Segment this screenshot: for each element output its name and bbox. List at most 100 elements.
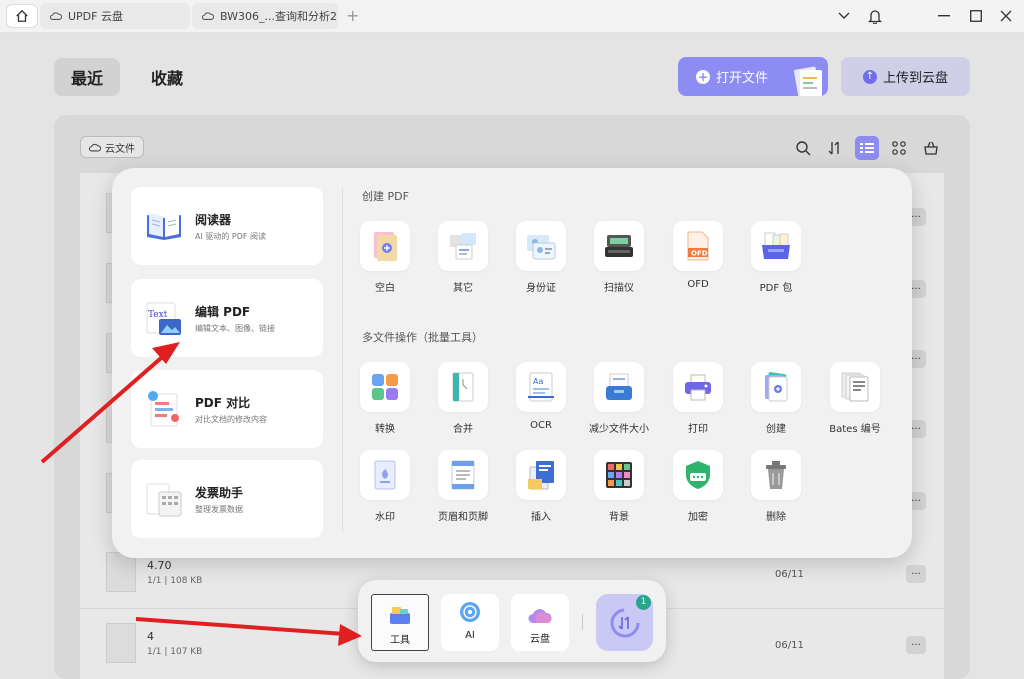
file-date: 06/11	[775, 569, 804, 580]
tab-label: UPDF 云盘	[68, 10, 123, 23]
home-button[interactable]	[6, 4, 38, 28]
tool-other[interactable]: 其它	[437, 221, 489, 294]
add-tab-button[interactable]: +	[346, 6, 359, 25]
tool-label: OFD	[687, 279, 709, 290]
maximize-icon[interactable]	[966, 6, 986, 26]
card-title: PDF 对比	[195, 396, 251, 410]
tool-create[interactable]: 创建	[750, 362, 802, 435]
home-icon	[16, 9, 28, 22]
upload-cloud-button[interactable]: ↑ 上传到云盘	[841, 57, 970, 96]
tool-blank[interactable]: 空白	[359, 221, 411, 294]
other-docs-icon	[450, 233, 476, 260]
dock-ai-button[interactable]: AI	[441, 594, 499, 651]
edit-text-sample: Text	[148, 310, 168, 320]
scanner-icon	[605, 235, 633, 257]
tab-updf-cloud[interactable]: UPDF 云盘	[40, 3, 190, 29]
tool-label: 页眉和页脚	[438, 512, 488, 523]
file-meta: 1/1 | 107 KB	[147, 647, 203, 657]
cloud-icon	[528, 609, 552, 623]
pdf-package-icon	[762, 232, 790, 259]
tool-label: 身份证	[526, 283, 556, 294]
header-footer-icon	[451, 460, 475, 490]
book-icon	[147, 213, 181, 240]
basket-icon[interactable]	[919, 136, 943, 160]
tool-label: 转换	[375, 424, 395, 435]
tool-label: 空白	[375, 283, 395, 294]
id-card-icon	[527, 235, 556, 260]
bell-icon[interactable]	[865, 6, 885, 26]
tool-label: 加密	[688, 512, 708, 523]
dock-cloud-button[interactable]: 云盘	[511, 594, 569, 651]
delete-icon	[766, 461, 786, 489]
title-bar: UPDF 云盘 BW306_...查询和分析2 +	[0, 0, 1024, 33]
tool-bates[interactable]: Bates 编号	[829, 362, 881, 435]
chevron-down-icon[interactable]	[834, 6, 854, 26]
tool-print[interactable]: 打印	[672, 362, 724, 435]
open-file-button[interactable]: + 打开文件	[678, 57, 828, 96]
grid-view-icon[interactable]	[887, 136, 911, 160]
tool-insert[interactable]: 插入	[515, 450, 567, 523]
tool-label: 插入	[531, 512, 551, 523]
tool-encrypt[interactable]: 加密	[672, 450, 724, 523]
card-title: 编辑 PDF	[195, 305, 251, 319]
row-more-button[interactable]: ···	[906, 636, 926, 654]
cloud-icon	[202, 12, 214, 20]
ocr-icon: Aa	[528, 372, 554, 402]
row-more-button[interactable]: ···	[906, 565, 926, 583]
sort-icon[interactable]	[823, 136, 847, 160]
tool-delete[interactable]: 删除	[750, 450, 802, 523]
section-title-batch: 多文件操作（批量工具）	[362, 331, 483, 344]
compare-icon	[148, 391, 179, 427]
divider	[342, 187, 343, 532]
bates-icon	[841, 372, 869, 402]
tab-favorites[interactable]: 收藏	[134, 58, 200, 96]
card-edit-pdf[interactable]: Text 编辑 PDF 编辑文本、图像、链接	[131, 279, 323, 357]
tool-merge[interactable]: 合并	[437, 362, 489, 435]
tool-label: 合并	[453, 424, 473, 435]
card-invoice-assistant[interactable]: 发票助手 整理发票数据	[131, 460, 323, 538]
watermark-icon	[374, 460, 396, 490]
tool-watermark[interactable]: 水印	[359, 450, 411, 523]
search-icon[interactable]	[791, 136, 815, 160]
file-thumbnail	[106, 623, 136, 663]
tool-pdf-package[interactable]: PDF 包	[750, 221, 802, 294]
merge-icon	[452, 372, 474, 402]
card-subtitle: 编辑文本、图像、链接	[195, 324, 275, 333]
card-title: 阅读器	[195, 213, 232, 227]
cloud-icon	[50, 12, 62, 20]
list-view-icon[interactable]	[855, 136, 879, 160]
card-subtitle: 整理发票数据	[195, 505, 243, 514]
card-title: 发票助手	[195, 486, 244, 500]
tool-label: 水印	[375, 512, 395, 523]
dock-divider	[582, 614, 583, 630]
dock-tools-button[interactable]: 工具	[371, 594, 429, 651]
card-reader[interactable]: 阅读器 AI 驱动的 PDF 阅读	[131, 187, 323, 265]
close-icon[interactable]	[996, 6, 1016, 26]
dock-label: 云盘	[530, 634, 550, 645]
tool-ofd[interactable]: OFD OFD	[672, 221, 724, 290]
tool-label: PDF 包	[759, 283, 793, 294]
blank-doc-icon	[374, 232, 397, 261]
tool-id-card[interactable]: 身份证	[515, 221, 567, 294]
file-meta: 1/1 | 108 KB	[147, 576, 203, 586]
cloud-icon	[89, 143, 101, 151]
tab-recent[interactable]: 最近	[54, 58, 120, 96]
tool-convert[interactable]: 转换	[359, 362, 411, 435]
tool-compress[interactable]: 减少文件大小	[589, 362, 649, 435]
tool-background[interactable]: 背景	[593, 450, 645, 523]
section-title-create: 创建 PDF	[362, 190, 409, 203]
card-subtitle: 对比文档的修改内容	[195, 415, 267, 424]
card-pdf-compare[interactable]: PDF 对比 对比文档的修改内容	[131, 370, 323, 448]
tool-label: 创建	[766, 424, 786, 435]
tool-ocr[interactable]: Aa OCR	[515, 362, 567, 431]
cloud-files-chip[interactable]: 云文件	[80, 136, 144, 158]
tab-label: BW306_...查询和分析2	[220, 10, 338, 23]
minimize-icon[interactable]	[934, 6, 954, 26]
tool-label: 打印	[688, 424, 708, 435]
documents-icon	[794, 66, 822, 96]
tab-document[interactable]: BW306_...查询和分析2	[192, 3, 338, 29]
tool-header-footer[interactable]: 页眉和页脚	[437, 450, 489, 523]
tool-scanner[interactable]: 扫描仪	[593, 221, 645, 294]
compress-icon	[606, 373, 632, 400]
tool-label: 其它	[453, 283, 473, 294]
